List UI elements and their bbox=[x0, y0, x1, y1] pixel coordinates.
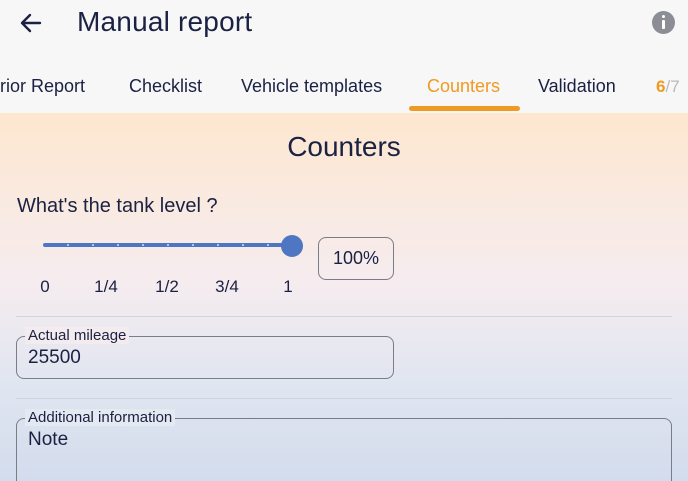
tab-counters[interactable]: Counters bbox=[427, 76, 500, 97]
tab-validation[interactable]: Validation bbox=[538, 76, 616, 97]
tick-label-half: 1/2 bbox=[155, 277, 179, 296]
additional-info-label: Additional information bbox=[25, 409, 176, 426]
tank-level-slider[interactable] bbox=[43, 243, 293, 247]
step-counter: 6/7 bbox=[656, 77, 680, 97]
info-icon[interactable] bbox=[652, 11, 675, 34]
arrow-left-icon[interactable] bbox=[18, 10, 44, 36]
slider-step-dot bbox=[267, 244, 269, 246]
mileage-label: Actual mileage bbox=[25, 327, 130, 344]
slider-step-dot bbox=[117, 244, 119, 246]
tick-label-three-quarter: 3/4 bbox=[215, 277, 239, 296]
tab-bar: rior Report Checklist Vehicle templates … bbox=[0, 56, 688, 113]
tick-label-full: 1 bbox=[283, 277, 293, 296]
tab-checklist[interactable]: Checklist bbox=[129, 76, 202, 97]
slider-step-dot bbox=[67, 244, 69, 246]
slider-step-dot bbox=[192, 244, 194, 246]
tab-vehicle-templates[interactable]: Vehicle templates bbox=[241, 76, 382, 97]
tab-interior-report[interactable]: rior Report bbox=[0, 76, 85, 97]
slider-step-dot bbox=[217, 244, 219, 246]
app-bar: Manual report bbox=[0, 0, 688, 56]
divider bbox=[16, 316, 672, 317]
tank-level-value: 100% bbox=[318, 237, 394, 280]
tick-label-quarter: 1/4 bbox=[94, 277, 118, 296]
step-total: /7 bbox=[665, 77, 680, 96]
note-input[interactable] bbox=[28, 429, 617, 451]
slider-thumb[interactable] bbox=[281, 235, 303, 257]
slider-step-dot bbox=[242, 244, 244, 246]
divider bbox=[16, 398, 672, 399]
mileage-input[interactable] bbox=[28, 347, 367, 369]
tank-level-question: What's the tank level ? bbox=[17, 195, 218, 217]
additional-info-field[interactable]: Additional information bbox=[16, 409, 672, 481]
slider-step-dot bbox=[142, 244, 144, 246]
slider-step-dot bbox=[167, 244, 169, 246]
mileage-field[interactable]: Actual mileage bbox=[16, 327, 394, 379]
slider-step-dot bbox=[92, 244, 94, 246]
counters-section: Counters What's the tank level ? 0 1/4 1… bbox=[0, 113, 688, 481]
active-tab-indicator bbox=[409, 106, 520, 111]
page-title: Manual report bbox=[77, 6, 253, 37]
section-title: Counters bbox=[287, 131, 401, 162]
tick-label-0: 0 bbox=[40, 277, 50, 296]
